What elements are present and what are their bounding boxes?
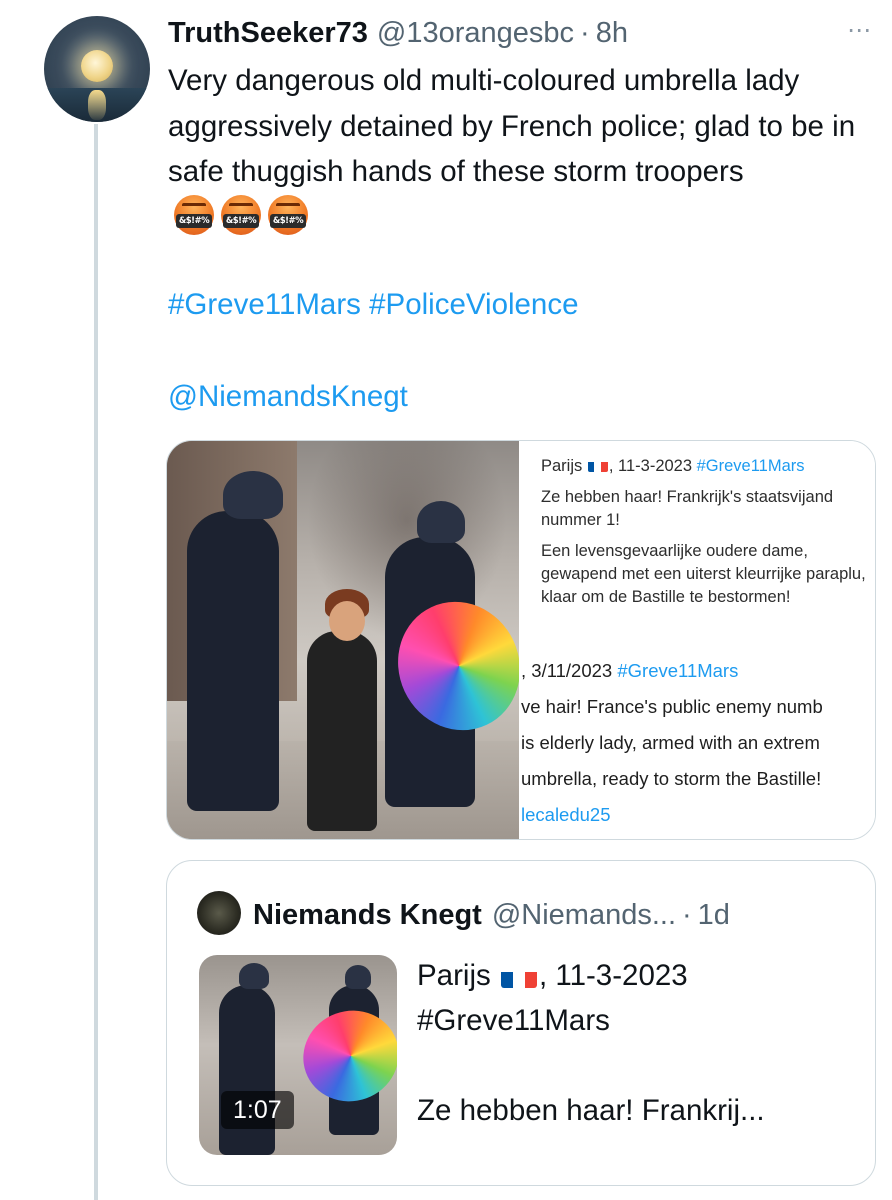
quoted-tweet-text: Parijs , 11-3-2023 #Greve11Mars Ze hebbe… xyxy=(417,959,765,1127)
tweet-header: TruthSeeker73 @13orangesbc · 8h xyxy=(168,14,628,52)
thread-connector-line xyxy=(94,124,98,1200)
author-handle[interactable]: @13orangesbc xyxy=(377,17,574,50)
video-duration-badge: 1:07 xyxy=(221,1091,294,1129)
tweet-text: Very dangerous old multi-coloured umbrel… xyxy=(168,64,856,188)
quoted-video-thumbnail[interactable]: 1:07 xyxy=(199,955,397,1155)
quoted-tweet-card[interactable]: Niemands Knegt @Niemands... · 1d 1:07 Pa… xyxy=(166,860,876,1186)
screenshot-caption: Parijs , 11-3-2023 #Greve11Mars Ze hebbe… xyxy=(519,441,875,839)
more-options-icon[interactable]: ⋯ xyxy=(847,19,872,43)
separator-dot: · xyxy=(682,898,692,931)
tweet-body: Very dangerous old multi-coloured umbrel… xyxy=(168,58,868,242)
english-caption: , 3/11/2023 #Greve11Mars ve hair! France… xyxy=(521,660,823,825)
elderly-lady-figure xyxy=(307,631,377,831)
umbrella-icon xyxy=(290,997,397,1115)
quoted-author-handle[interactable]: @Niemands... xyxy=(492,899,676,932)
protest-photo[interactable] xyxy=(167,441,519,839)
quoted-author-avatar[interactable] xyxy=(197,891,241,935)
face-with-symbols-icon: &$!#% xyxy=(268,194,308,235)
media-image-card[interactable]: Parijs , 11-3-2023 #Greve11Mars Ze hebbe… xyxy=(166,440,876,840)
france-flag-icon xyxy=(500,964,537,988)
author-display-name[interactable]: TruthSeeker73 xyxy=(168,17,368,50)
tweet-timestamp[interactable]: 8h xyxy=(596,17,628,50)
police-officer-figure xyxy=(187,511,279,811)
tweet-mention[interactable]: @NiemandsKnegt xyxy=(168,380,408,414)
face-with-symbols-icon: &$!#% xyxy=(221,194,261,235)
emoji-group: &$!#% &$!#% &$!#% xyxy=(174,194,308,235)
tweet-hashtags[interactable]: #Greve11Mars #PoliceViolence xyxy=(168,288,579,322)
france-flag-icon xyxy=(587,459,608,472)
quoted-tweet-header: Niemands Knegt @Niemands... · 1d xyxy=(253,895,730,935)
separator-dot: · xyxy=(580,16,590,49)
moon-image xyxy=(81,50,113,82)
face-with-symbols-icon: &$!#% xyxy=(174,194,214,235)
author-avatar[interactable] xyxy=(44,16,150,122)
quoted-author-display-name[interactable]: Niemands Knegt xyxy=(253,899,482,932)
dutch-caption: Parijs , 11-3-2023 #Greve11Mars Ze hebbe… xyxy=(541,457,866,606)
quoted-tweet-timestamp[interactable]: 1d xyxy=(698,899,730,932)
